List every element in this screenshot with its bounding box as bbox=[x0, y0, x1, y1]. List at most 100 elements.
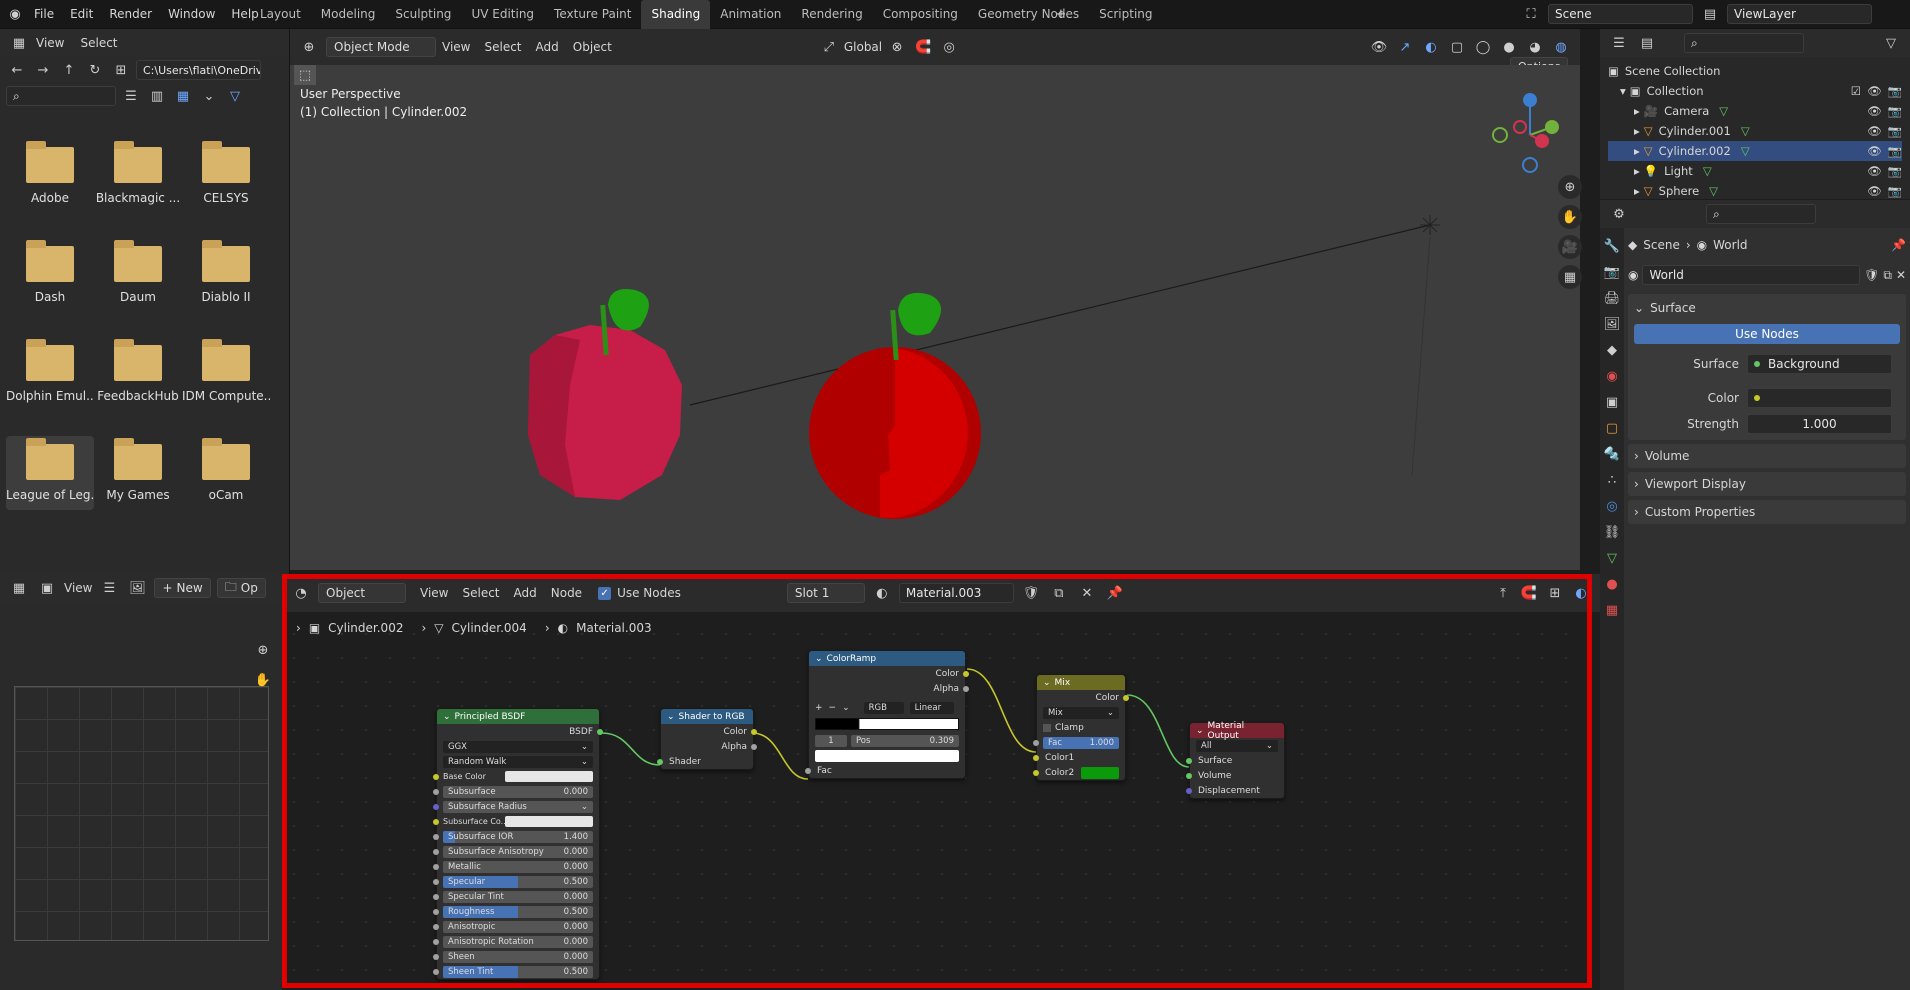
clamp-checkbox-icon[interactable] bbox=[1043, 723, 1051, 732]
solid-shading-icon[interactable]: ● bbox=[1498, 37, 1520, 57]
uv-grid[interactable] bbox=[14, 686, 269, 941]
input-field[interactable]: Roughness 0.500 bbox=[443, 905, 593, 918]
folder-item[interactable]: Blackmagic ... bbox=[94, 139, 182, 213]
proportional-edit-icon[interactable]: ◎ bbox=[938, 37, 960, 57]
eye-icon[interactable]: 👁 bbox=[1867, 141, 1882, 161]
colorramp-node[interactable]: ⌄ ColorRamp Color Alpha + − ⌄ RGB Linear 1 … bbox=[805, 650, 969, 779]
forward-icon[interactable]: → bbox=[32, 60, 54, 80]
distribution-dropdown[interactable]: GGX ⌄ bbox=[443, 740, 593, 753]
input-field[interactable]: Subsurface Anisotropy 0.000 bbox=[443, 845, 593, 858]
workspace-tab-rendering[interactable]: Rendering bbox=[791, 0, 872, 29]
folder-item[interactable]: Dolphin Emul... bbox=[6, 337, 94, 411]
input-socket[interactable] bbox=[433, 833, 439, 840]
filter-icon[interactable]: ▽ bbox=[1880, 33, 1902, 53]
view-layer-tab-icon[interactable]: 🖼 bbox=[1601, 314, 1623, 334]
principled-bsdf-node[interactable]: ⌄ Principled BSDF BSDF GGX ⌄ Random Walk ⌄ … bbox=[433, 708, 603, 980]
outliner-item-cylinder-002[interactable]: ▸ ▽ Cylinder.002 ▽ 👁 📷 bbox=[1608, 141, 1902, 161]
stop-index-field[interactable]: 1 bbox=[815, 734, 847, 747]
filter-icon[interactable]: ▽ bbox=[224, 86, 246, 106]
render-camera-icon[interactable]: 📷 bbox=[1888, 81, 1902, 101]
snap-icon[interactable]: 🧲 bbox=[912, 37, 934, 57]
workspace-tab-sculpting[interactable]: Sculpting bbox=[385, 0, 461, 29]
thumbnail-view-icon[interactable]: ▦ bbox=[172, 86, 194, 106]
pivot-icon[interactable]: ⊗ bbox=[886, 37, 908, 57]
outliner-item-camera[interactable]: ▸ 🎥 Camera ▽ 👁 📷 bbox=[1608, 101, 1902, 121]
expand-arrow-icon[interactable]: ▸ bbox=[1634, 101, 1640, 121]
mode-dropdown[interactable]: Object Mode bbox=[326, 37, 436, 57]
input-field[interactable]: Subsurface IOR 1.400 bbox=[443, 830, 593, 843]
pan-hand-icon[interactable]: ✋ bbox=[252, 670, 274, 690]
select-tool-icon[interactable]: ⬚ bbox=[294, 65, 316, 85]
input-field[interactable]: Sheen Tint 0.500 bbox=[443, 965, 593, 978]
add-workspace-icon[interactable]: + bbox=[1050, 4, 1072, 24]
fac-field[interactable]: Fac 1.000 bbox=[1043, 736, 1119, 749]
folder-item[interactable]: IDM Compute... bbox=[182, 337, 270, 411]
particles-tab-icon[interactable]: ∴ bbox=[1601, 470, 1623, 490]
refresh-icon[interactable]: ↻ bbox=[84, 60, 106, 80]
visibility-icon[interactable]: 👁 bbox=[1368, 37, 1390, 57]
world-icon[interactable]: ◉ bbox=[1628, 268, 1638, 282]
shader-node-editor[interactable]: ◔ Object View Select Add Node ✓ Use Node… bbox=[282, 574, 1600, 990]
input-socket[interactable] bbox=[1186, 757, 1192, 764]
input-field[interactable]: Subsurface 0.000 bbox=[443, 785, 593, 798]
eye-icon[interactable]: 👁 bbox=[1867, 121, 1882, 141]
expand-arrow-icon[interactable]: ▸ bbox=[1634, 121, 1640, 141]
data-tab-icon[interactable]: ▽ bbox=[1601, 548, 1623, 568]
input-field[interactable]: Subsurface Radius ⌄ bbox=[443, 800, 593, 813]
interpolation-dropdown[interactable]: Linear bbox=[909, 701, 954, 714]
folder-item[interactable]: oCam bbox=[182, 436, 270, 510]
output-socket[interactable] bbox=[963, 685, 969, 692]
folder-item[interactable]: Dash bbox=[6, 238, 94, 312]
outliner-item-sphere[interactable]: ▸ ▽ Sphere ▽ 👁 📷 bbox=[1608, 181, 1902, 201]
render-camera-icon[interactable]: 📷 bbox=[1888, 161, 1902, 181]
folder-item[interactable]: League of Leg... bbox=[6, 436, 94, 510]
open-image-button[interactable]: 🗀 Op bbox=[216, 578, 266, 598]
input-socket[interactable] bbox=[433, 803, 439, 810]
workspace-tab-layout[interactable]: Layout bbox=[250, 0, 311, 29]
pan-hand-icon[interactable]: ✋ bbox=[1558, 205, 1582, 229]
folder-item[interactable]: Daum bbox=[94, 238, 182, 312]
physics-tab-icon[interactable]: ◎ bbox=[1601, 496, 1623, 516]
color-mode-dropdown[interactable]: RGB bbox=[863, 701, 904, 714]
strength-field[interactable]: 1.000 bbox=[1747, 414, 1892, 434]
zoom-icon[interactable]: ⊕ bbox=[252, 640, 274, 660]
surface-shader-field[interactable]: Background bbox=[1747, 354, 1892, 374]
input-field[interactable]: Specular 0.500 bbox=[443, 875, 593, 888]
transform-orientation[interactable]: Global bbox=[844, 40, 882, 54]
panel-volume[interactable]: › Volume bbox=[1628, 444, 1906, 468]
input-socket[interactable] bbox=[433, 938, 439, 945]
input-field[interactable]: Sheen 0.000 bbox=[443, 950, 593, 963]
constraints-tab-icon[interactable]: ⛓ bbox=[1601, 522, 1623, 542]
sss-method-dropdown[interactable]: Random Walk ⌄ bbox=[443, 755, 593, 768]
menu-edit[interactable]: Edit bbox=[62, 0, 101, 29]
workspace-tab-animation[interactable]: Animation bbox=[710, 0, 791, 29]
input-socket[interactable] bbox=[433, 908, 439, 915]
scene-collection-row[interactable]: ▣ Scene Collection bbox=[1608, 61, 1902, 81]
folder-item[interactable]: FeedbackHub bbox=[94, 337, 182, 411]
fb-menu-select[interactable]: Select bbox=[80, 36, 117, 50]
input-field[interactable]: Metallic 0.000 bbox=[443, 860, 593, 873]
texture-tab-icon[interactable]: ▦ bbox=[1601, 600, 1623, 620]
fake-user-icon[interactable]: 🛡 bbox=[1864, 268, 1879, 282]
parent-dir-icon[interactable]: ↑ bbox=[58, 60, 80, 80]
image-view-menu[interactable]: View bbox=[64, 581, 92, 595]
eye-icon[interactable]: 👁 bbox=[1867, 81, 1882, 101]
gizmo-icon[interactable]: ↗ bbox=[1394, 37, 1416, 57]
target-dropdown[interactable]: All ⌄ bbox=[1196, 739, 1278, 752]
close-icon[interactable]: ✕ bbox=[1896, 268, 1906, 282]
file-search-input[interactable]: ⌕ bbox=[6, 86, 116, 106]
vp-menu-select[interactable]: Select bbox=[484, 40, 521, 54]
collection-row[interactable]: ▾ ▣ Collection ☑ 👁 📷 bbox=[1608, 81, 1902, 101]
editor-type-icon[interactable]: ☰ bbox=[1608, 33, 1630, 53]
input-socket[interactable] bbox=[433, 953, 439, 960]
input-socket[interactable] bbox=[1033, 769, 1039, 776]
list-view-icon[interactable]: ☰ bbox=[120, 86, 142, 106]
workspace-tab-texture-paint[interactable]: Texture Paint bbox=[544, 0, 641, 29]
color-swatch[interactable] bbox=[505, 771, 593, 782]
detail-view-icon[interactable]: ▥ bbox=[146, 86, 168, 106]
editor-type-icon[interactable]: ⚙ bbox=[1608, 204, 1630, 224]
workspace-tab-compositing[interactable]: Compositing bbox=[873, 0, 968, 29]
pin-icon[interactable]: 📌 bbox=[1891, 238, 1906, 252]
color-field[interactable] bbox=[1747, 388, 1892, 408]
duplicate-icon[interactable]: ⧉ bbox=[1883, 268, 1892, 283]
